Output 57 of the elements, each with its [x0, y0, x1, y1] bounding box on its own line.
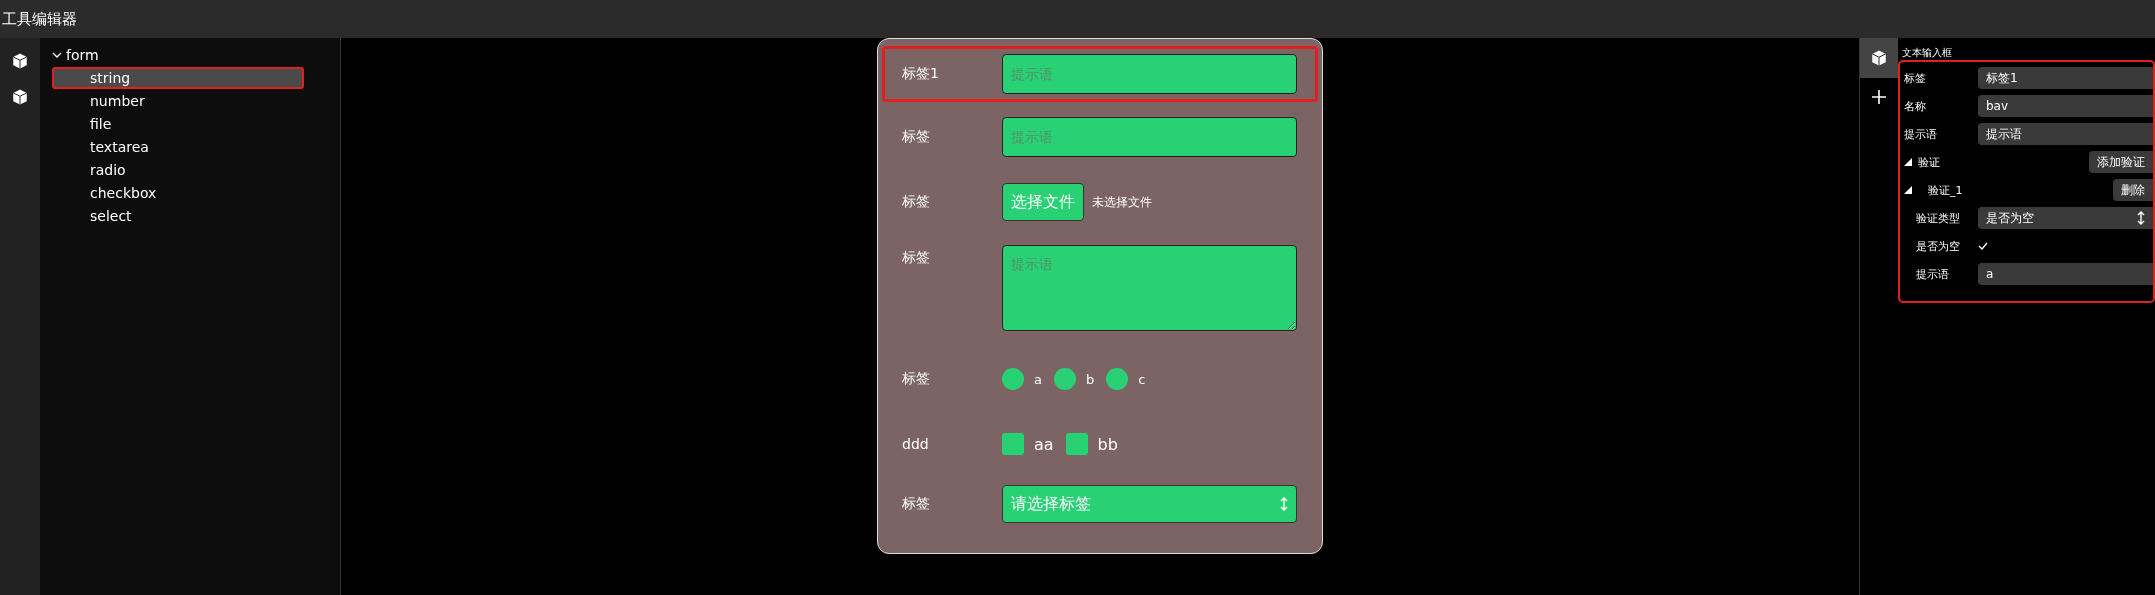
expand-triangle-icon[interactable] — [1904, 158, 1912, 166]
radio-label: b — [1085, 371, 1095, 387]
property-label: 提示语 — [1904, 126, 1938, 142]
radio-label: a — [1034, 371, 1042, 387]
radio-button[interactable] — [1002, 368, 1024, 390]
checkbox-label: aa — [1034, 434, 1054, 454]
chevron-icon[interactable] — [52, 50, 62, 60]
property-label: 提示语 — [1915, 266, 1950, 282]
checkbox-label: bb — [1097, 434, 1118, 454]
property-label: 验证类型 — [1915, 210, 1961, 226]
radio-button[interactable] — [1106, 368, 1129, 390]
up-down-icon — [2137, 211, 2145, 225]
cube-icon[interactable] — [11, 52, 29, 70]
file-status: 未选择文件 — [1092, 193, 1152, 211]
group-label: 验证 — [1918, 154, 1941, 170]
property-field[interactable]: bav — [1978, 95, 2153, 117]
tree-item[interactable]: radio — [52, 159, 304, 181]
tree-item[interactable]: string — [52, 67, 304, 89]
up-down-icon — [1280, 497, 1288, 511]
tree-item[interactable]: select — [52, 205, 304, 227]
add-button[interactable]: 添加验证 — [2089, 151, 2153, 173]
field-label: 标签 — [902, 370, 931, 388]
cube-icon[interactable] — [1870, 49, 1888, 67]
property-label: 标签 — [1904, 70, 1927, 86]
checkbox[interactable] — [1065, 433, 1088, 455]
checkmark-icon[interactable] — [1978, 241, 1988, 251]
text-input[interactable]: 提示语 — [1002, 54, 1297, 94]
tree-item[interactable]: file — [52, 113, 304, 135]
textarea-field[interactable]: 提示语 — [1002, 245, 1297, 331]
text-input[interactable]: 提示语 — [1002, 117, 1297, 157]
field-label: 标签 — [902, 248, 931, 267]
property-field[interactable]: a — [1978, 263, 2153, 285]
delete-button[interactable]: 删除 — [2113, 179, 2153, 201]
tree-item[interactable]: textarea — [52, 136, 304, 158]
radio-label: c — [1138, 371, 1146, 387]
property-select[interactable]: 是否为空 — [1978, 207, 2153, 229]
radio-button[interactable] — [1053, 368, 1076, 390]
checkbox[interactable] — [1002, 433, 1024, 455]
property-field[interactable]: 标签1 — [1978, 67, 2153, 89]
property-label: 是否为空 — [1915, 238, 1961, 254]
field-label: ddd — [902, 436, 930, 452]
component-tile[interactable] — [1860, 38, 1898, 78]
field-label: 标签1 — [902, 65, 940, 83]
window-title: 工具编辑器 — [1, 9, 77, 29]
field-label: 标签 — [902, 495, 931, 513]
plus-icon[interactable] — [1872, 90, 1886, 104]
tree-item[interactable]: number — [52, 90, 304, 112]
expand-triangle-icon[interactable] — [1904, 186, 1912, 194]
cube-icon[interactable] — [11, 88, 29, 106]
field-label: 标签 — [902, 128, 931, 146]
group-label: 验证_1 — [1927, 182, 1964, 198]
panel-title: 文本输入框 — [1901, 46, 1953, 60]
property-label: 名称 — [1904, 98, 1927, 114]
tree-label[interactable]: form — [66, 47, 99, 63]
tree-item[interactable]: checkbox — [52, 182, 304, 204]
field-label: 标签 — [902, 193, 931, 211]
property-field[interactable]: 提示语 — [1978, 123, 2153, 145]
